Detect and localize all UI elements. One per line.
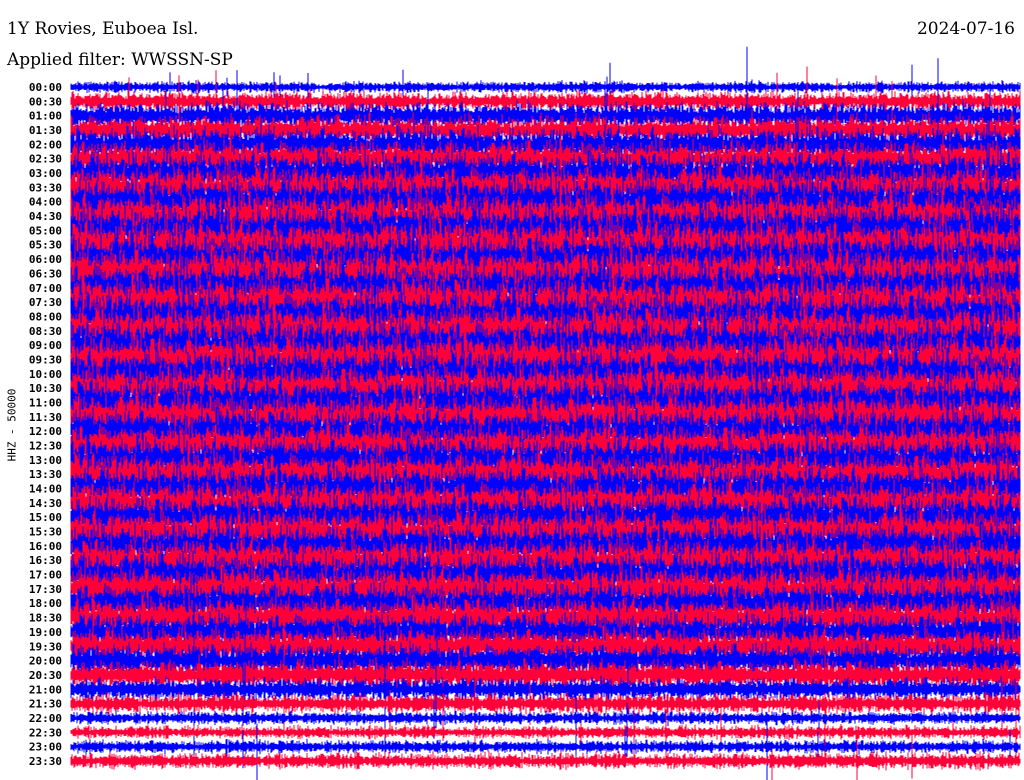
row-time-label: 16:00 <box>29 540 62 553</box>
row-time-label: 22:00 <box>29 712 62 725</box>
row-time-label: 11:30 <box>29 411 62 424</box>
row-time-label: 02:30 <box>29 153 62 166</box>
row-time-label: 07:30 <box>29 296 62 309</box>
row-time-label: 15:30 <box>29 526 62 539</box>
row-time-label: 19:30 <box>29 640 62 653</box>
row-time-label: 12:30 <box>29 440 62 453</box>
row-time-label: 03:00 <box>29 167 62 180</box>
row-time-label: 08:30 <box>29 325 62 338</box>
row-time-label: 01:00 <box>29 110 62 123</box>
row-time-label: 23:30 <box>29 755 62 768</box>
row-time-label: 03:30 <box>29 181 62 194</box>
row-time-label: 15:00 <box>29 511 62 524</box>
row-time-label: 09:00 <box>29 339 62 352</box>
row-time-label: 10:30 <box>29 382 62 395</box>
row-time-label: 00:00 <box>29 81 62 94</box>
row-time-label: 13:00 <box>29 454 62 467</box>
row-time-label: 00:30 <box>29 95 62 108</box>
row-time-label: 01:30 <box>29 124 62 137</box>
row-time-label: 21:00 <box>29 683 62 696</box>
row-time-label: 20:00 <box>29 655 62 668</box>
row-time-label: 08:00 <box>29 310 62 323</box>
row-time-label: 09:30 <box>29 353 62 366</box>
row-time-label: 06:00 <box>29 253 62 266</box>
row-time-label: 11:00 <box>29 396 62 409</box>
row-time-label: 05:30 <box>29 239 62 252</box>
row-time-label: 19:00 <box>29 626 62 639</box>
row-time-label: 18:00 <box>29 597 62 610</box>
row-time-label: 14:30 <box>29 497 62 510</box>
row-time-label: 07:00 <box>29 282 62 295</box>
row-time-label: 04:00 <box>29 196 62 209</box>
row-time-label: 17:30 <box>29 583 62 596</box>
row-time-label: 22:30 <box>29 726 62 739</box>
row-time-label: 14:00 <box>29 483 62 496</box>
row-time-label: 12:00 <box>29 425 62 438</box>
trace-23:30 <box>70 732 1021 780</box>
row-time-label: 17:00 <box>29 569 62 582</box>
row-time-label: 04:30 <box>29 210 62 223</box>
row-time-label: 02:00 <box>29 138 62 151</box>
row-time-label: 23:00 <box>29 741 62 754</box>
row-time-label: 05:00 <box>29 224 62 237</box>
row-time-label: 18:30 <box>29 612 62 625</box>
row-time-label: 16:30 <box>29 554 62 567</box>
row-time-label: 20:30 <box>29 669 62 682</box>
helicorder-plot: 00:0000:30 01:0001:3002:00 02:3003:0003:30… <box>29 46 1021 780</box>
row-time-label: 10:00 <box>29 368 62 381</box>
row-time-label: 06:30 <box>29 267 62 280</box>
row-time-label: 21:30 <box>29 698 62 711</box>
row-time-label: 13:30 <box>29 468 62 481</box>
